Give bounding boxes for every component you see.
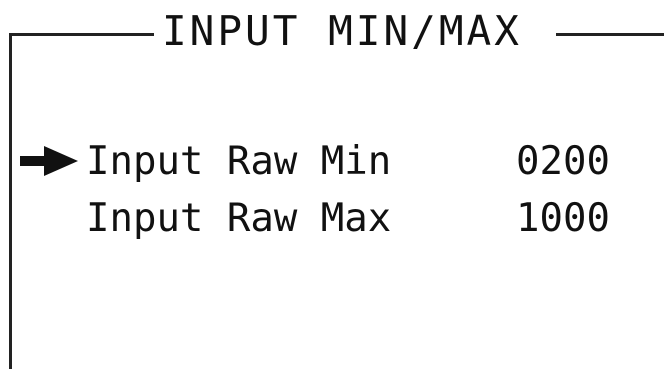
input-raw-min-value: 0200 xyxy=(516,139,610,184)
frame-left-border xyxy=(9,33,12,369)
input-raw-max-value: 1000 xyxy=(516,196,610,241)
screen-title: INPUT MIN/MAX xyxy=(162,7,522,55)
selection-arrow-icon xyxy=(20,146,78,176)
input-raw-max-label: Input Raw Max xyxy=(86,196,392,241)
input-min-max-screen: INPUT MIN/MAX Input Raw Min 0200 Input R… xyxy=(0,0,664,369)
frame-top-left-border xyxy=(9,33,154,36)
input-raw-max-row[interactable]: Input Raw Max 1000 xyxy=(16,192,656,246)
frame-top-right-border xyxy=(556,33,664,36)
input-raw-min-row[interactable]: Input Raw Min 0200 xyxy=(16,135,656,189)
input-raw-min-label: Input Raw Min xyxy=(86,139,392,184)
